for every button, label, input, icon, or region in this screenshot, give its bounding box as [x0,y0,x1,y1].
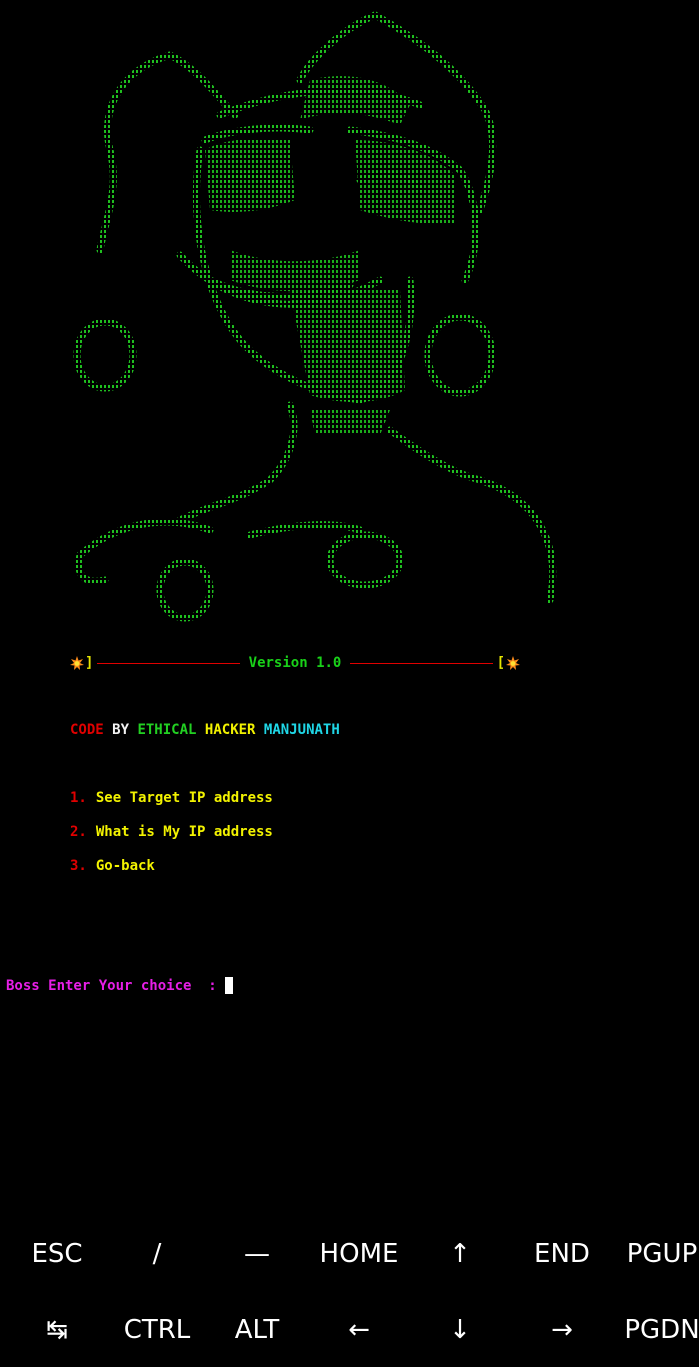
key-pgdn[interactable]: PGDN [612,1294,699,1366]
menu-item-label: What is My IP address [95,824,273,840]
explosion-icon [70,656,84,670]
key-end[interactable]: END [512,1218,612,1290]
version-banner: ] Version 1.0 [ [70,652,520,674]
extra-keys-row-2: ↹ CTRL ALT ← ↓ → PGDN [0,1294,699,1366]
menu-item-label: Go-back [95,858,155,874]
prompt-text: Boss Enter Your choice : [6,977,217,994]
extra-keys-row-1: ESC / — HOME ↑ END PGUP [0,1218,699,1290]
version-label: Version 1.0 [248,655,342,671]
banner-right-bracket: [ [496,655,505,671]
key-ctrl[interactable]: CTRL [107,1294,207,1366]
menu-item-see-target-ip: 1. See Target IP address [70,790,273,824]
credit-by: BY [112,722,130,738]
banner-rule-right [350,662,493,664]
key-pgup[interactable]: PGUP [612,1218,699,1290]
menu-item-go-back: 3. Go-back [70,858,273,892]
menu-item-label: See Target IP address [95,790,273,806]
key-down-arrow[interactable]: ↓ [410,1294,510,1366]
key-slash[interactable]: / [107,1218,207,1290]
menu-item-number: 1. [70,790,87,806]
banner-left-bracket: ] [85,655,94,671]
key-left-arrow[interactable]: ← [309,1294,409,1366]
extra-keys-bar: ESC / — HOME ↑ END PGUP ↹ CTRL ALT ← ↓ →… [0,1218,699,1367]
credit-hacker: HACKER [204,722,256,738]
menu-item-number: 3. [70,858,87,874]
key-esc[interactable]: ESC [7,1218,107,1290]
menu-item-number: 2. [70,824,87,840]
explosion-icon [506,656,520,670]
menu-item-my-ip: 2. What is My IP address [70,824,273,858]
key-tab[interactable]: ↹ [7,1294,107,1366]
credit-author: MANJUNATH [263,722,340,738]
key-dash[interactable]: — [207,1218,307,1290]
banner-rule-left [97,662,240,664]
choice-prompt[interactable]: Boss Enter Your choice : [6,977,233,994]
credit-ethical: ETHICAL [137,722,197,738]
key-right-arrow[interactable]: → [512,1294,612,1366]
credit-code: CODE [70,722,104,738]
ascii-art-joker-banner [60,10,570,640]
author-credit: CODE BY ETHICAL HACKER MANJUNATH [70,722,340,738]
key-home[interactable]: HOME [309,1218,409,1290]
key-alt[interactable]: ALT [207,1294,307,1366]
key-up-arrow[interactable]: ↑ [410,1218,510,1290]
text-cursor[interactable] [224,977,233,994]
terminal-output[interactable]: ] Version 1.0 [ CODE BY ETHICAL HACKER M… [0,0,699,1225]
joker-ascii-graphic [73,11,557,622]
options-menu: 1. See Target IP address 2. What is My I… [70,790,273,892]
